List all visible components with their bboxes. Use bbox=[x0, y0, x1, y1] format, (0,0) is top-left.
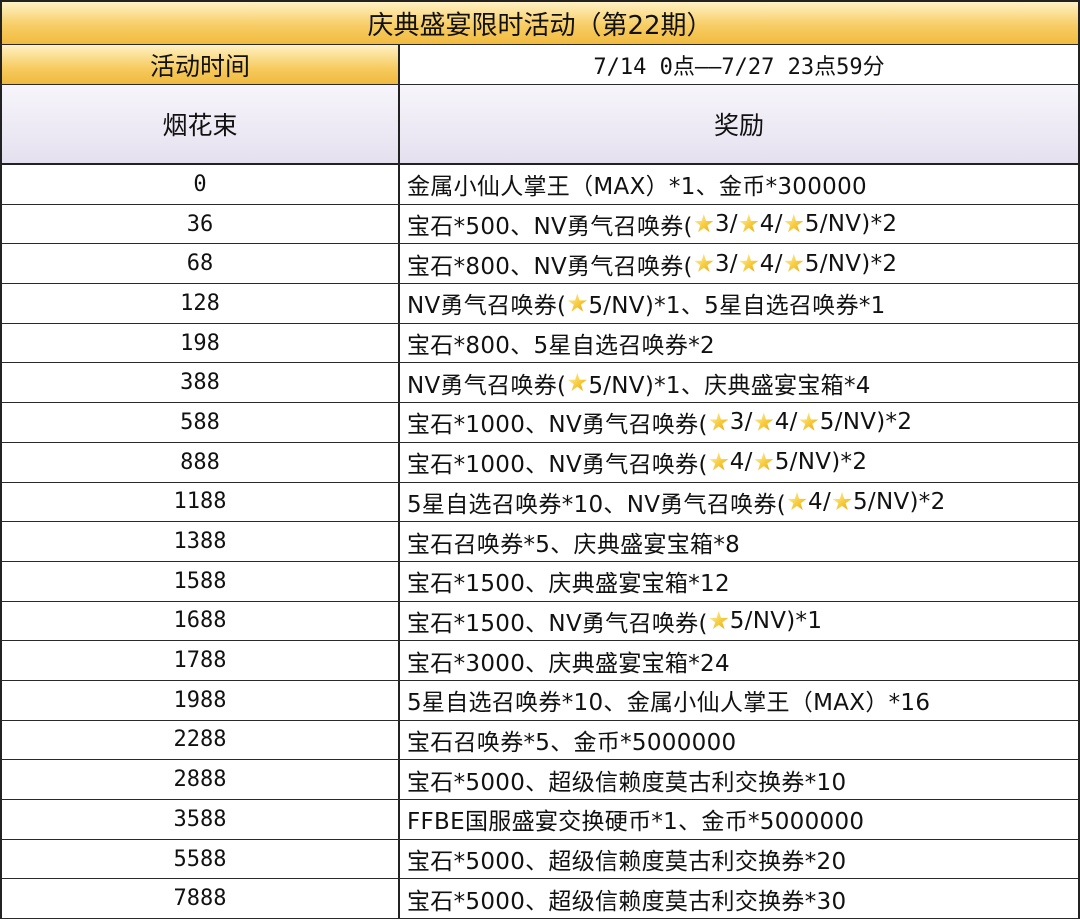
table-row: 1588 宝石*1500、庆典盛宴宝箱*12 bbox=[0, 561, 1080, 602]
gold-star-icon bbox=[709, 452, 729, 471]
gold-star-icon bbox=[567, 372, 587, 391]
reward-table: 庆典盛宴限时活动（第22期） 活动时间 7/14 0点——7/27 23点59分… bbox=[0, 0, 1080, 920]
gold-star-icon bbox=[787, 491, 807, 511]
table-row: 3588 FFBE国服盛宴交换硬币*1、金币*5000000 bbox=[0, 800, 1080, 840]
gold-star-icon bbox=[694, 253, 714, 272]
event-time-label: 活动时间 bbox=[2, 45, 400, 84]
event-time-row: 活动时间 7/14 0点——7/27 23点59分 bbox=[0, 45, 1080, 85]
fireworks-threshold: 7888 bbox=[2, 879, 400, 919]
reward-text: NV勇气召唤券(5/NV)*1、庆典盛宴宝箱*4 bbox=[407, 372, 871, 399]
fireworks-threshold: 888 bbox=[2, 442, 400, 482]
gold-star-icon bbox=[709, 412, 729, 431]
gold-star-icon bbox=[739, 253, 759, 272]
reward-text: 宝石*1000、NV勇气召唤券(4/5/NV)*2 bbox=[407, 449, 868, 479]
fireworks-threshold: 2288 bbox=[2, 720, 400, 760]
fireworks-threshold: 1188 bbox=[2, 482, 400, 522]
gold-star-icon bbox=[709, 610, 729, 630]
gold-star-icon bbox=[832, 491, 852, 511]
reward-text: 宝石*1500、NV勇气召唤券(5/NV)*1 bbox=[407, 607, 823, 637]
table-row: 1788 宝石*3000、庆典盛宴宝箱*24 bbox=[0, 641, 1080, 681]
table-row: 7888 宝石*5000、超级信赖度莫古利交换券*30 bbox=[0, 879, 1080, 920]
reward-text: 宝石*5000、超级信赖度莫古利交换券*30 bbox=[407, 888, 847, 915]
fireworks-threshold: 0 bbox=[2, 165, 400, 204]
header-row: 烟花束 奖励 bbox=[0, 85, 1080, 165]
fireworks-threshold: 36 bbox=[2, 204, 400, 244]
fireworks-threshold: 3588 bbox=[2, 800, 400, 839]
table-row: 588 宝石*1000、NV勇气召唤券(3/4/5/NV)*2 bbox=[0, 403, 1080, 443]
fireworks-threshold: 588 bbox=[2, 403, 400, 442]
reward-text: 宝石*800、5星自选召唤券*2 bbox=[407, 333, 715, 360]
gold-star-icon bbox=[567, 293, 587, 312]
reward-text: 5星自选召唤券*10、金属小仙人掌王（MAX）*16 bbox=[407, 690, 931, 717]
table-row: 128 NV勇气召唤券(5/NV)*1、5星自选召唤券*1 bbox=[0, 284, 1080, 324]
table-row: 68 宝石*800、NV勇气召唤券(3/4/5/NV)*2 bbox=[0, 244, 1080, 285]
reward-text: 宝石*1500、庆典盛宴宝箱*12 bbox=[407, 571, 730, 598]
reward-text: 宝石*3000、庆典盛宴宝箱*24 bbox=[407, 650, 730, 677]
table-row: 198 宝石*800、5星自选召唤券*2 bbox=[0, 323, 1080, 364]
fireworks-threshold: 388 bbox=[2, 363, 400, 403]
reward-text: 宝石*500、NV勇气召唤券(3/4/5/NV)*2 bbox=[407, 211, 898, 241]
title-row: 庆典盛宴限时活动（第22期） bbox=[0, 0, 1080, 45]
event-time-value: 7/14 0点——7/27 23点59分 bbox=[593, 54, 885, 80]
header-fireworks: 烟花束 bbox=[2, 85, 400, 163]
gold-star-icon bbox=[754, 452, 774, 471]
fireworks-threshold: 1688 bbox=[2, 601, 400, 641]
reward-text: NV勇气召唤券(5/NV)*1、5星自选召唤券*1 bbox=[407, 293, 886, 320]
table-row: 888 宝石*1000、NV勇气召唤券(4/5/NV)*2 bbox=[0, 442, 1080, 483]
header-rewards: 奖励 bbox=[400, 85, 1078, 163]
gold-star-icon bbox=[694, 214, 714, 233]
reward-text: 宝石召唤券*5、庆典盛宴宝箱*8 bbox=[407, 531, 741, 558]
table-row: 36 宝石*500、NV勇气召唤券(3/4/5/NV)*2 bbox=[0, 204, 1080, 245]
table-row: 0 金属小仙人掌王（MAX）*1、金币*300000 bbox=[0, 165, 1080, 205]
table-row: 1388 宝石召唤券*5、庆典盛宴宝箱*8 bbox=[0, 522, 1080, 562]
gold-star-icon bbox=[799, 412, 819, 431]
fireworks-threshold: 1988 bbox=[2, 680, 400, 720]
table-row: 5588 宝石*5000、超级信赖度莫古利交换券*20 bbox=[0, 839, 1080, 880]
gold-star-icon bbox=[739, 214, 759, 233]
table-body: 0 金属小仙人掌王（MAX）*1、金币*300000 36 宝石*500、NV勇气召唤… bbox=[0, 165, 1080, 920]
table-row: 388 NV勇气召唤券(5/NV)*1、庆典盛宴宝箱*4 bbox=[0, 363, 1080, 404]
reward-text: 宝石*800、NV勇气召唤券(3/4/5/NV)*2 bbox=[407, 250, 898, 280]
table-row: 2288 宝石召唤券*5、金币*5000000 bbox=[0, 720, 1080, 761]
table-row: 2888 宝石*5000、超级信赖度莫古利交换券*10 bbox=[0, 760, 1080, 800]
table-row: 1988 5星自选召唤券*10、金属小仙人掌王（MAX）*16 bbox=[0, 680, 1080, 721]
fireworks-threshold: 68 bbox=[2, 244, 400, 284]
gold-star-icon bbox=[754, 412, 774, 431]
reward-text: 宝石*5000、超级信赖度莫古利交换券*10 bbox=[407, 769, 847, 796]
fireworks-threshold: 1588 bbox=[2, 561, 400, 601]
table-row: 1188 5星自选召唤券*10、NV勇气召唤券(4/5/NV)*2 bbox=[0, 482, 1080, 523]
fireworks-threshold: 198 bbox=[2, 323, 400, 363]
reward-text: 宝石*1000、NV勇气召唤券(3/4/5/NV)*2 bbox=[407, 409, 913, 439]
gold-star-icon bbox=[784, 214, 804, 233]
table-title: 庆典盛宴限时活动（第22期） bbox=[367, 10, 713, 41]
reward-text: 宝石召唤券*5、金币*5000000 bbox=[407, 729, 737, 756]
gold-star-icon bbox=[784, 253, 804, 272]
reward-text: 5星自选召唤券*10、NV勇气召唤券(4/5/NV)*2 bbox=[407, 488, 946, 518]
fireworks-threshold: 5588 bbox=[2, 839, 400, 879]
table-row: 1688 宝石*1500、NV勇气召唤券(5/NV)*1 bbox=[0, 601, 1080, 642]
fireworks-threshold: 1788 bbox=[2, 641, 400, 680]
reward-text: 宝石*5000、超级信赖度莫古利交换券*20 bbox=[407, 849, 847, 876]
fireworks-threshold: 128 bbox=[2, 284, 400, 323]
fireworks-threshold: 2888 bbox=[2, 760, 400, 799]
reward-text: 金属小仙人掌王（MAX）*1、金币*300000 bbox=[407, 174, 867, 201]
reward-text: FFBE国服盛宴交换硬币*1、金币*5000000 bbox=[407, 809, 865, 836]
fireworks-threshold: 1388 bbox=[2, 522, 400, 561]
